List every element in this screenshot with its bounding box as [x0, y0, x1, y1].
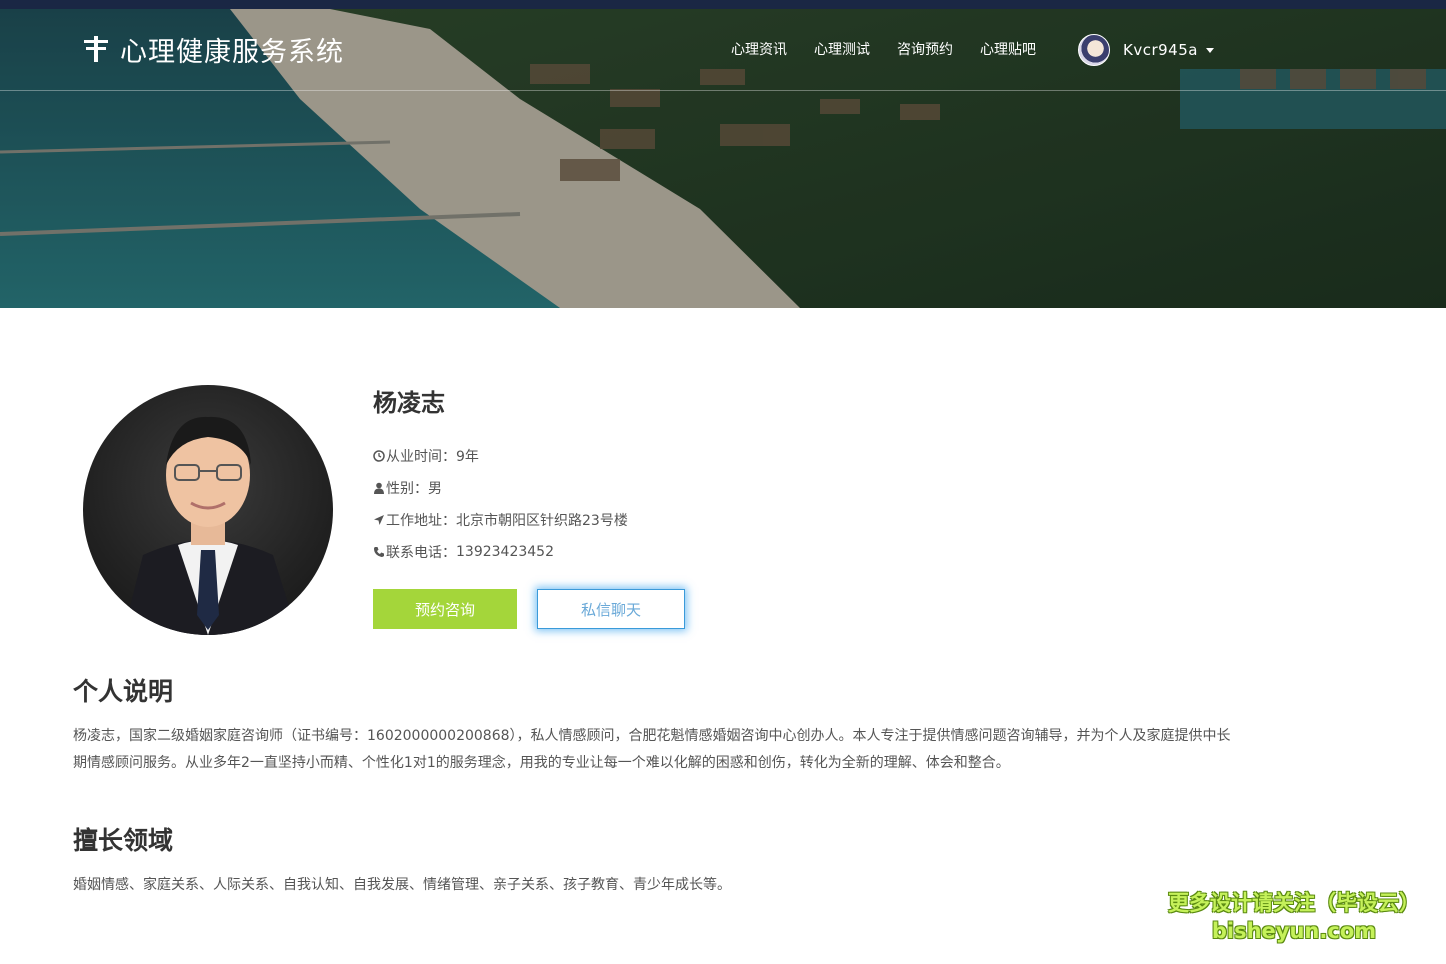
nav-item-news[interactable]: 心理资讯 — [731, 39, 787, 59]
top-strip — [0, 0, 1446, 9]
watermark-line2: bisheyun.com — [1211, 919, 1377, 943]
user-icon — [373, 482, 385, 494]
location-arrow-icon — [373, 514, 385, 526]
experience-label: 从业时间： — [386, 449, 456, 465]
counselor-name: 杨凌志 — [373, 389, 445, 417]
caret-down-icon — [1205, 47, 1214, 53]
clock-icon — [373, 450, 385, 462]
brand-logo-icon — [82, 34, 110, 64]
gender-label: 性别： — [386, 481, 428, 497]
main-nav: 心理资讯 心理测试 咨询预约 心理贴吧 — [731, 39, 1063, 59]
phone-row: 联系电话： 13923423452 — [373, 542, 554, 562]
about-title: 个人说明 — [73, 677, 174, 706]
about-text: 杨凌志，国家二级婚姻家庭咨询师（证书编号：1602000000200868），私… — [73, 728, 1231, 771]
watermark-line1: 更多设计请关注（毕设云） — [1168, 891, 1420, 915]
gender-row: 性别： 男 — [373, 478, 442, 498]
top-navbar: 心理健康服务系统 心理资讯 心理测试 咨询预约 心理贴吧 Kvcr945a — [0, 9, 1446, 91]
user-menu[interactable]: Kvcr945a — [1078, 34, 1214, 66]
watermark: 更多设计请关注（毕设云） bisheyun.com — [1163, 887, 1425, 943]
user-avatar — [1078, 34, 1110, 66]
nav-item-booking[interactable]: 咨询预约 — [897, 39, 953, 59]
nav-item-test[interactable]: 心理测试 — [814, 39, 870, 59]
experience-row: 从业时间： 9年 — [373, 446, 479, 466]
experience-value: 9年 — [456, 449, 479, 465]
specialty-text: 婚姻情感、家庭关系、人际关系、自我认知、自我发展、情绪管理、亲子关系、孩子教育、… — [73, 877, 731, 893]
gender-value: 男 — [428, 481, 442, 497]
address-row: 工作地址： 北京市朝阳区针织路23号楼 — [373, 510, 628, 530]
phone-label: 联系电话： — [386, 545, 456, 561]
address-value: 北京市朝阳区针织路23号楼 — [456, 513, 628, 529]
address-label: 工作地址： — [386, 513, 456, 529]
username: Kvcr945a — [1123, 41, 1198, 59]
book-consultation-button[interactable]: 预约咨询 — [373, 589, 517, 629]
nav-item-forum[interactable]: 心理贴吧 — [980, 39, 1036, 59]
brand[interactable]: 心理健康服务系统 — [82, 31, 344, 68]
phone-value: 13923423452 — [456, 544, 554, 560]
counselor-photo — [83, 385, 333, 635]
brand-title: 心理健康服务系统 — [120, 36, 344, 68]
specialty-title: 擅长领域 — [73, 826, 174, 855]
phone-icon — [373, 546, 385, 558]
private-chat-button[interactable]: 私信聊天 — [537, 589, 685, 629]
